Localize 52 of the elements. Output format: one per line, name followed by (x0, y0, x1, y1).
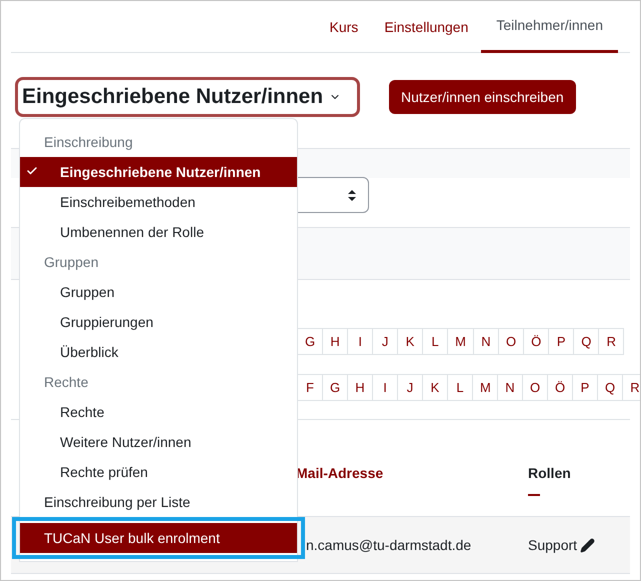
menu-item[interactable]: Einschreibemethoden (20, 187, 297, 217)
letter-filter[interactable]: L (448, 374, 473, 401)
letter-filter[interactable]: Ö (524, 328, 550, 355)
menu-item[interactable]: Gruppierungen (20, 307, 297, 337)
nav-tab[interactable]: Kurs (316, 1, 372, 53)
menu-item[interactable]: Einschreibung per Liste (20, 487, 297, 517)
letter-filter[interactable]: P (549, 328, 574, 355)
menu-item[interactable]: Rechte (20, 397, 297, 427)
sort-dash-icon (528, 494, 540, 496)
menu-item[interactable]: Weitere Nutzer/innen (20, 427, 297, 457)
letter-filter[interactable]: R (599, 328, 624, 355)
check-icon (26, 165, 38, 177)
menu-item[interactable]: Umbenennen der Rolle (20, 217, 297, 247)
letter-filter[interactable]: N (474, 328, 499, 355)
nav-tab[interactable]: Teilnehmer/innen (481, 1, 618, 53)
enrol-button[interactable]: Nutzer/innen einschreiben (389, 80, 576, 114)
letter-filter[interactable]: O (498, 328, 524, 355)
menu-item[interactable]: TUCaN User bulk enrolment (20, 523, 297, 553)
letter-filter[interactable]: Q (574, 328, 600, 355)
menu-group-heading: Gruppen (43, 252, 100, 272)
menu-item[interactable]: Überblick (20, 337, 297, 367)
nav-tab[interactable]: Einstellungen (371, 1, 482, 53)
menu-item[interactable]: Gruppen (20, 277, 297, 307)
letter-filter[interactable]: P (573, 374, 598, 401)
column-header[interactable]: Rollen (528, 463, 571, 484)
letter-filter[interactable]: G (323, 374, 348, 401)
letter-filter[interactable]: N (498, 374, 523, 401)
letter-filter[interactable]: J (398, 374, 423, 401)
letter-filter[interactable]: J (373, 328, 398, 355)
page-select[interactable]: Eingeschriebene Nutzer/innen (15, 77, 360, 117)
table-cell-text: n.camus@tu-darmstadt.de (306, 536, 472, 554)
menu-item[interactable]: Rechte prüfen (20, 457, 297, 487)
letter-filter[interactable]: R (623, 374, 640, 401)
letter-filter[interactable]: L (423, 328, 448, 355)
letter-filter[interactable]: K (398, 328, 424, 355)
sort-arrows-icon (348, 190, 356, 200)
column-header[interactable]: Mail-Adresse (296, 463, 528, 484)
menu-item[interactable]: Eingeschriebene Nutzer/innen (20, 157, 297, 187)
letter-filter[interactable]: H (348, 374, 373, 401)
letter-filter[interactable]: M (448, 328, 474, 355)
menu-group-heading: Einschreibung (43, 132, 134, 152)
letter-filter[interactable]: H (323, 328, 348, 355)
letter-filter[interactable]: I (348, 328, 374, 355)
menu-group-heading: Rechte (43, 372, 90, 392)
letter-filter[interactable]: I (373, 374, 398, 401)
table-cell-text: Support (528, 536, 578, 555)
letter-filter[interactable]: O (523, 374, 548, 401)
letter-filter[interactable]: Ö (548, 374, 573, 401)
letter-filter[interactable]: K (423, 374, 448, 401)
edit-icon[interactable] (580, 538, 596, 552)
letter-filter[interactable]: M (473, 374, 498, 401)
letter-filter[interactable]: Q (598, 374, 623, 401)
